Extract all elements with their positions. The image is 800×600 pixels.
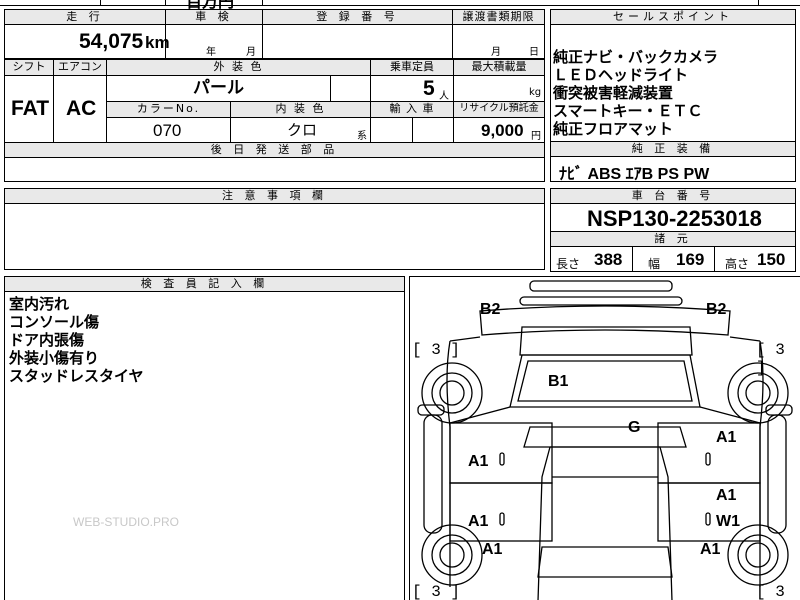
inspector-note: 外装小傷有り [9,349,100,367]
aircon-header: エアコン [58,60,102,73]
maxload-header: 最大積載量 [471,60,527,73]
capacity-unit: 人 [439,91,449,102]
inspection-month-label: 月 [246,47,256,58]
inspection-year-label: 年 [206,47,216,58]
height-value: 150 [757,250,786,269]
tire-depth-rear-right: [ 3 ] [756,583,785,600]
sales-point-line: 衝突被害軽減装置 [553,84,674,102]
maxload-unit: kg [529,87,542,98]
chassis-cell: 車 台 番 号 NSP130-2253018 諸 元 長さ 388 幅 169 … [550,188,796,272]
watermark: WEB-STUDIO.PRO [73,515,180,529]
notes-cell: 注 意 事 項 欄 [4,188,545,270]
inspector-note: ドア内張傷 [9,331,85,349]
import-header: 輸 入 車 [389,102,435,115]
sales-points-list: 純正ナビ・バックカメラ ＬＥＤヘッドライト 衝突被害軽減装置 スマートキー・ＥＴ… [553,48,718,138]
damage-mark: A1 [468,513,489,530]
colorno-header: カラーNo. [136,102,201,115]
recycle-unit: 円 [531,131,541,142]
spec-grid: シフト FAT エアコン AC 外 装 色 パール 乗車定員 5 人 最大積載量… [4,59,545,143]
inspection-cell: 車 検 年 月 [165,9,263,59]
colorno-value: 070 [153,121,182,140]
interior-header: 内 装 色 [275,102,326,115]
inspector-note: スタッドレスタイヤ [9,367,144,385]
transfer-month-label: 月 [491,47,501,58]
damage-mark: A1 [482,541,503,558]
tire-depth-rear-left: [ 3 ] [412,583,461,600]
registration-cell: 登 録 番 号 [262,9,453,59]
length-label: 長さ [556,257,581,271]
chassis-header: 車 台 番 号 [551,189,795,204]
damage-mark: B2 [480,301,501,318]
damage-mark: B2 [706,301,727,318]
damage-mark: A1 [468,453,489,470]
recycle-header: リサイクル預託金 [459,103,539,114]
registration-header: 登 録 番 号 [263,10,452,25]
recycle-value: 9,000 [481,121,524,140]
sales-point-line: スマートキー・ＥＴＣ [553,102,703,120]
top-strip: 百万円 [0,0,800,11]
transfer-header: 譲渡書類期限 [453,10,544,25]
height-label: 高さ [725,257,750,271]
shift-header: シフト [12,60,46,73]
inspector-header: 検 査 員 記 入 欄 [5,277,404,292]
tire-depth-front-right: [ 3 ] [756,341,785,377]
specs-header: 諸 元 [551,232,795,247]
shift-value: FAT [11,97,50,120]
chassis-value: NSP130-2253018 [587,206,762,231]
exterior-value: パール [193,78,244,98]
interior-value: クロ [287,121,318,139]
sales-points-panel: セールスポイント 純正ナビ・バックカメラ ＬＥＤヘッドライト 衝突被害軽減装置 … [550,9,796,142]
interior-suffix: 系 [357,131,367,142]
capacity-value: 5 [423,77,435,100]
sales-point-line: ＬＥＤヘッドライト [553,66,689,84]
inspector-notes-list: 室内汚れ コンソール傷 ドア内張傷 外装小傷有り スタッドレスタイヤ [9,295,144,385]
mileage-header: 走 行 [5,10,165,25]
damage-mark: A1 [716,487,737,504]
inspector-note: 室内汚れ [9,295,70,313]
damage-mark: B1 [548,373,569,390]
mileage-cell: 走 行 54,075 km [4,9,170,59]
later-parts-header: 後 日 発 送 部 品 [5,143,544,158]
inspector-note: コンソール傷 [9,313,100,331]
later-parts-cell: 後 日 発 送 部 品 [4,142,545,182]
exterior-header: 外 装 色 [213,60,264,73]
damage-mark: W1 [716,513,740,530]
genuine-equipment-cell: 純 正 装 備 ﾅﾋﾞ ABS ｴｱB PS PW [550,141,796,183]
genuine-equipment-value: ﾅﾋﾞ ABS ｴｱB PS PW [559,166,710,183]
notes-header: 注 意 事 項 欄 [5,189,544,204]
sales-point-line: 純正ナビ・バックカメラ [553,48,719,66]
damage-mark: A1 [716,429,737,446]
genuine-equipment-header: 純 正 装 備 [551,142,795,157]
length-value: 388 [594,250,623,269]
width-value: 169 [676,250,705,269]
aircon-value: AC [66,97,97,120]
inspector-panel: 検 査 員 記 入 欄 室内汚れ コンソール傷 ドア内張傷 外装小傷有り スタッ… [4,276,405,600]
transfer-cell: 譲渡書類期限 月 日 [452,9,545,59]
damage-diagram: B2 B2 B1 G A1 A1 A1 A1 W1 A1 A1 [ 3 ] [ … [409,276,800,600]
transfer-day-label: 日 [529,47,539,58]
damage-mark: A1 [700,541,721,558]
capacity-header: 乗車定員 [390,60,434,73]
sales-points-header: セールスポイント [551,10,795,25]
width-label: 幅 [648,257,661,271]
car-outline [417,280,793,600]
tire-depth-front-left: [ 3 ] [412,341,461,359]
damage-mark: G [628,419,641,436]
sales-point-line: 純正フロアマット [553,120,674,138]
mileage-value: 54,075 [79,30,144,53]
inspection-header: 車 検 [166,10,262,25]
